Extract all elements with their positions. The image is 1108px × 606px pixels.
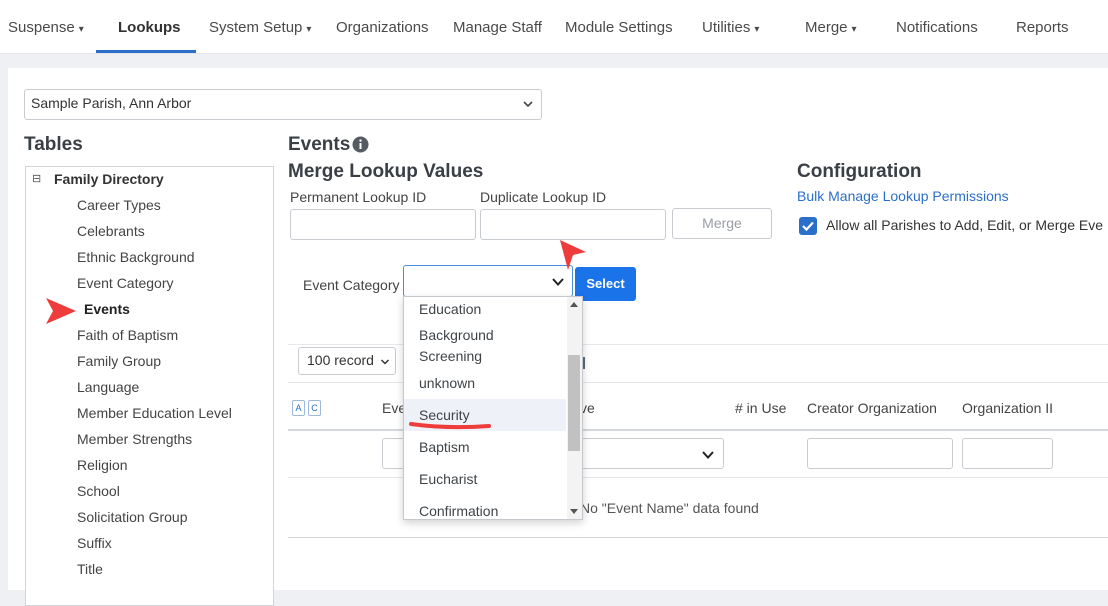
annotation-arrow-icon <box>560 240 586 270</box>
dropdown-scrollbar-thumb[interactable] <box>568 355 580 451</box>
tree-item-language[interactable]: Language <box>77 379 139 395</box>
scroll-up-icon[interactable] <box>570 301 578 307</box>
tree-item-celebrants[interactable]: Celebrants <box>77 223 145 239</box>
chevron-down-icon <box>702 451 714 459</box>
chevron-down-icon <box>380 359 390 365</box>
nav-lookups[interactable]: Lookups <box>118 19 181 36</box>
annotation-underline <box>409 422 491 430</box>
tables-heading: Tables <box>24 134 83 155</box>
tree-item-title[interactable]: Title <box>77 561 103 577</box>
nav-manage-staff[interactable]: Manage Staff <box>453 19 542 36</box>
dropdown-option-eucharist[interactable]: Eucharist <box>404 469 566 490</box>
tree-item-member-education-level[interactable]: Member Education Level <box>77 405 232 421</box>
dropdown-option-background-screening[interactable]: Background Screening <box>404 325 544 367</box>
event-category-label: Event Category <box>303 277 400 293</box>
nav-module-settings[interactable]: Module Settings <box>565 19 673 36</box>
creator-organization-filter-input[interactable] <box>807 438 953 469</box>
permanent-lookup-label: Permanent Lookup ID <box>290 189 427 205</box>
dropdown-option-baptism[interactable]: Baptism <box>404 437 566 458</box>
column-in-use[interactable]: # in Use <box>735 400 786 416</box>
checkmark-icon <box>802 221 814 232</box>
events-heading: Events <box>288 134 351 155</box>
tree-parent-family-directory[interactable]: Family Directory <box>54 171 164 187</box>
records-per-page-select[interactable]: 100 record <box>298 347 396 375</box>
active-tab-indicator <box>96 50 196 53</box>
sort-ascending-button[interactable]: A <box>292 400 305 416</box>
tree-item-faith-of-baptism[interactable]: Faith of Baptism <box>77 327 178 343</box>
organization-id-filter-input[interactable] <box>962 438 1053 469</box>
tables-tree <box>25 166 274 606</box>
tree-item-family-group[interactable]: Family Group <box>77 353 161 369</box>
column-creator-organization[interactable]: Creator Organization <box>807 400 937 416</box>
nav-merge[interactable]: Merge ▾ <box>805 19 857 36</box>
tree-item-career-types[interactable]: Career Types <box>77 197 161 213</box>
dropdown-option-confirmation[interactable]: Confirmation <box>404 501 566 519</box>
sort-clear-button[interactable]: C <box>308 400 321 416</box>
chevron-down-icon <box>523 101 533 108</box>
merge-heading: Merge Lookup Values <box>288 161 484 182</box>
tree-item-event-category[interactable]: Event Category <box>77 275 174 291</box>
event-category-select[interactable] <box>403 265 573 297</box>
nav-utilities[interactable]: Utilities ▾ <box>702 19 759 36</box>
nav-reports[interactable]: Reports <box>1016 19 1069 36</box>
chevron-down-icon <box>552 278 564 286</box>
chevron-down-icon: ▾ <box>754 24 760 35</box>
nav-system-setup[interactable]: System Setup ▾ <box>209 19 311 36</box>
tree-item-school[interactable]: School <box>77 483 120 499</box>
annotation-arrow-icon <box>46 298 76 324</box>
permanent-lookup-input[interactable] <box>290 209 476 240</box>
bulk-manage-permissions-link[interactable]: Bulk Manage Lookup Permissions <box>797 188 1009 204</box>
merge-button[interactable]: Merge <box>672 208 772 239</box>
tree-item-events[interactable]: Events <box>84 301 130 317</box>
allow-parishes-checkbox[interactable] <box>799 217 817 235</box>
tree-item-ethnic-background[interactable]: Ethnic Background <box>77 249 195 265</box>
collapse-icon[interactable]: ⊟ <box>32 172 41 185</box>
allow-parishes-label: Allow all Parishes to Add, Edit, or Merg… <box>826 217 1104 233</box>
chevron-down-icon: ▾ <box>78 24 84 35</box>
duplicate-lookup-input[interactable] <box>480 209 666 240</box>
dropdown-option-education[interactable]: Education <box>404 299 566 320</box>
info-icon[interactable] <box>352 136 369 153</box>
chevron-down-icon: ▾ <box>851 24 857 35</box>
nav-notifications[interactable]: Notifications <box>896 19 978 36</box>
nav-organizations[interactable]: Organizations <box>336 19 429 36</box>
dropdown-option-unknown[interactable]: unknown <box>404 373 566 394</box>
column-organization-id[interactable]: Organization II <box>962 400 1053 416</box>
chevron-down-icon: ▾ <box>306 24 312 35</box>
top-nav: Suspense ▾ Lookups System Setup ▾ Organiza… <box>0 0 1108 54</box>
duplicate-lookup-label: Duplicate Lookup ID <box>480 189 607 205</box>
scroll-down-icon[interactable] <box>570 509 578 515</box>
event-category-dropdown: Education Background Screening unknown S… <box>403 296 583 520</box>
tree-item-member-strengths[interactable]: Member Strengths <box>77 431 192 447</box>
active-filter-select[interactable] <box>578 438 724 469</box>
tree-item-solicitation-group[interactable]: Solicitation Group <box>77 509 188 525</box>
parish-select[interactable]: Sample Parish, Ann Arbor <box>24 89 542 120</box>
nav-suspense[interactable]: Suspense ▾ <box>8 19 84 36</box>
empty-grid-message: No "Event Name" data found <box>580 500 759 516</box>
configuration-heading: Configuration <box>797 161 922 182</box>
tree-item-religion[interactable]: Religion <box>77 457 128 473</box>
tree-item-suffix[interactable]: Suffix <box>77 535 112 551</box>
